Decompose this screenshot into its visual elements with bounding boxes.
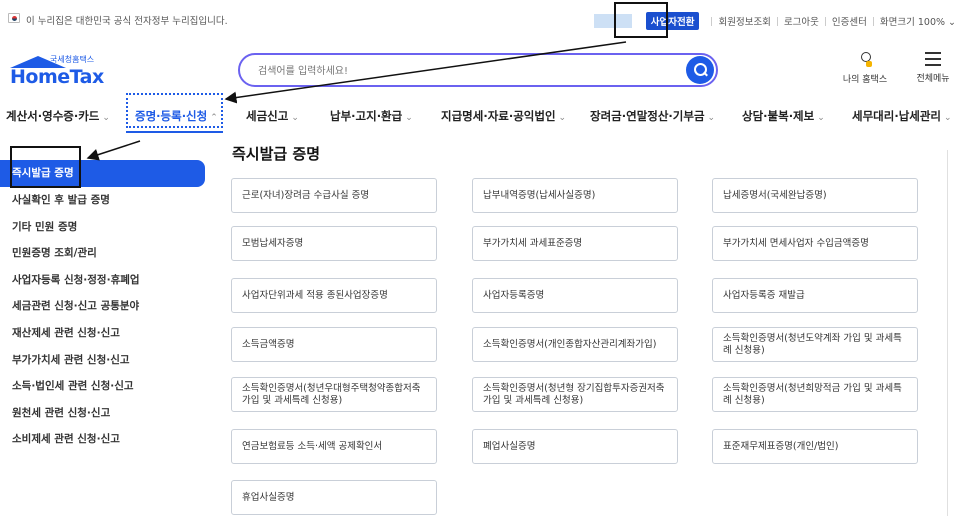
cert-card[interactable]: 연금보험료등 소득·세액 공제확인서 bbox=[231, 429, 437, 464]
cert-card[interactable]: 사업자단위과세 적용 종된사업장증명 bbox=[231, 278, 437, 313]
divider bbox=[776, 16, 778, 26]
cert-card[interactable]: 소득확인증명서(개인종합자산관리계좌가입) bbox=[472, 327, 678, 362]
chevron-down-icon: ⌄ bbox=[405, 113, 413, 123]
cert-card[interactable]: 근로(자녀)장려금 수급사실 증명 bbox=[231, 178, 437, 213]
cert-card[interactable]: 납세증명서(국세완납증명) bbox=[712, 178, 918, 213]
gnb-focus-outline bbox=[126, 93, 223, 128]
chevron-down-icon: ⌄ bbox=[945, 17, 956, 28]
gnb-payment-refund[interactable]: 납부·고지·환급 ⌄ bbox=[330, 108, 413, 124]
sidebar-item[interactable]: 소비제세 관련 신청·신고 bbox=[0, 426, 205, 453]
sidebar-item[interactable]: 세금관련 신청·신고 공통분야 bbox=[0, 293, 205, 320]
zoom-control[interactable]: 화면크기 100% ⌄ bbox=[880, 14, 956, 28]
annotation-arrow bbox=[86, 140, 141, 161]
hometax-logo[interactable]: 국세청홈택스 HomeTax bbox=[10, 52, 120, 88]
gnb-active-underline bbox=[126, 131, 223, 133]
zoom-label: 화면크기 100% bbox=[879, 17, 946, 28]
cert-card[interactable]: 모범납세자증명 bbox=[231, 226, 437, 261]
cert-card[interactable]: 소득확인증명서(청년희망적금 가입 및 과세특례 신청용) bbox=[712, 377, 918, 412]
divider bbox=[872, 16, 874, 26]
cert-card[interactable]: 휴업사실증명 bbox=[231, 480, 437, 515]
search-icon[interactable] bbox=[686, 56, 714, 84]
logo-text: HomeTax bbox=[10, 66, 104, 88]
sidebar-item[interactable]: 부가가치세 관련 신청·신고 bbox=[0, 347, 205, 374]
gov-banner-text: 이 누리집은 대한민국 공식 전자정부 누리집입니다. bbox=[26, 16, 228, 27]
search-bar bbox=[238, 53, 718, 87]
divider bbox=[824, 16, 826, 26]
chevron-down-icon: ⌄ bbox=[291, 113, 299, 123]
search-input[interactable] bbox=[258, 63, 678, 79]
gnb-label: 상담·불복·제보 bbox=[742, 109, 815, 123]
logout-link[interactable]: 로그아웃 bbox=[784, 14, 819, 28]
gnb-payment-statement[interactable]: 지급명세·자료·공익법인 ⌄ bbox=[441, 108, 566, 124]
scroll-divider bbox=[947, 150, 948, 516]
cert-card[interactable]: 납부내역증명(납세사실증명) bbox=[472, 178, 678, 213]
all-menu-button[interactable]: 전체메뉴 bbox=[910, 52, 956, 84]
gnb-tax-agent[interactable]: 세무대리·납세관리 ⌄ bbox=[852, 108, 952, 124]
sidebar: 즉시발급 증명 사실확인 후 발급 증명 기타 민원 증명 민원증명 조회/관리… bbox=[0, 160, 205, 453]
sidebar-item[interactable]: 원천세 관련 신청·신고 bbox=[0, 400, 205, 427]
cert-card[interactable]: 사업자등록증 재발급 bbox=[712, 278, 918, 313]
gnb-label: 납부·고지·환급 bbox=[330, 109, 403, 123]
sidebar-item[interactable]: 사업자등록 신청·정정·휴폐업 bbox=[0, 267, 205, 294]
chevron-down-icon: ⌄ bbox=[102, 113, 110, 123]
cert-card[interactable]: 소득확인증명서(청년우대형주택청약종합저축 가입 및 과세특례 신청용) bbox=[231, 377, 437, 412]
chevron-down-icon: ⌄ bbox=[944, 113, 952, 123]
gnb-label: 지급명세·자료·공익법인 bbox=[441, 109, 556, 123]
member-info-link[interactable]: 회원정보조회 bbox=[718, 14, 770, 28]
cert-card[interactable]: 표준재무제표증명(개인/법인) bbox=[712, 429, 918, 464]
gnb-tax-filing[interactable]: 세금신고 ⌄ bbox=[246, 108, 299, 124]
gnb-invoice-receipt-card[interactable]: 계산서·영수증·카드 ⌄ bbox=[6, 108, 110, 124]
cert-card[interactable]: 소득금액증명 bbox=[231, 327, 437, 362]
cert-card[interactable]: 소득확인증명서(청년도약계좌 가입 및 과세특례 신청용) bbox=[712, 327, 918, 362]
cert-center-link[interactable]: 인증센터 bbox=[832, 14, 867, 28]
gnb-label: 세금신고 bbox=[246, 109, 289, 123]
my-hometax-button[interactable]: 나의 홈택스 bbox=[840, 52, 890, 85]
user-icon bbox=[858, 52, 872, 68]
chevron-down-icon: ⌄ bbox=[707, 113, 716, 123]
sidebar-item[interactable]: 소득·법인세 관련 신청·신고 bbox=[0, 373, 205, 400]
gnb-incentive-yearend[interactable]: 장려금·연말정산·기부금 ⌄ bbox=[590, 108, 715, 124]
gnb-label: 장려금·연말정산·기부금 bbox=[590, 109, 705, 123]
cert-card[interactable]: 부가가치세 과세표준증명 bbox=[472, 226, 678, 261]
hamburger-icon bbox=[925, 52, 941, 66]
sidebar-item[interactable]: 민원증명 조회/관리 bbox=[0, 240, 205, 267]
sidebar-item[interactable]: 사실확인 후 발급 증명 bbox=[0, 187, 205, 214]
sidebar-item[interactable]: 기타 민원 증명 bbox=[0, 214, 205, 241]
all-menu-label: 전체메뉴 bbox=[916, 74, 950, 84]
chevron-down-icon: ⌄ bbox=[558, 113, 567, 123]
page-title: 즉시발급 증명 bbox=[232, 145, 321, 163]
cert-card[interactable]: 소득확인증명서(청년형 장기집합투자증권저축 가입 및 과세특례 신청용) bbox=[472, 377, 678, 412]
chevron-down-icon: ⌄ bbox=[817, 113, 825, 123]
taegukgi-flag-icon bbox=[8, 13, 20, 23]
gnb-label: 계산서·영수증·카드 bbox=[6, 109, 100, 123]
annotation-box bbox=[614, 2, 668, 38]
divider bbox=[711, 16, 713, 26]
cert-card[interactable]: 부가가치세 면세사업자 수입금액증명 bbox=[712, 226, 918, 261]
cert-card[interactable]: 사업자등록증명 bbox=[472, 278, 678, 313]
logo-subtitle: 국세청홈택스 bbox=[50, 55, 95, 64]
gnb-consult-appeal[interactable]: 상담·불복·제보 ⌄ bbox=[742, 108, 825, 124]
cert-card[interactable]: 폐업사실증명 bbox=[472, 429, 678, 464]
annotation-box bbox=[10, 146, 81, 188]
my-hometax-label: 나의 홈택스 bbox=[842, 75, 888, 85]
gnb-label: 세무대리·납세관리 bbox=[852, 109, 942, 123]
sidebar-item[interactable]: 재산제세 관련 신청·신고 bbox=[0, 320, 205, 347]
